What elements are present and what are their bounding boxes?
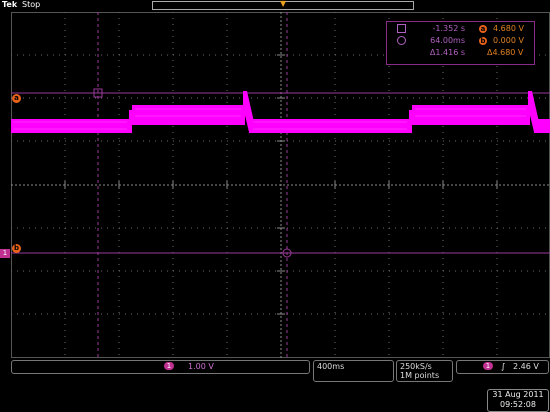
channel-1-scale-readout[interactable]: 1 1.00 V — [11, 360, 310, 374]
acquisition-status: Stop — [22, 0, 41, 9]
channel-1-scale: 1.00 V — [188, 362, 214, 371]
cursor-a-volt: 4.680 V — [493, 24, 524, 33]
cursor-b-time-row — [397, 36, 406, 46]
cursor-readout-panel: -1.352 s a 4.680 V 64.00ms b 0.000 V Δ1.… — [386, 21, 535, 65]
horizontal-scale-readout[interactable]: 400ms — [313, 360, 394, 382]
cursor-a-time-row — [397, 24, 406, 34]
rising-edge-icon: ∫ — [501, 362, 506, 371]
cursor-a-square-icon — [397, 24, 406, 33]
trigger-position-icon: ▼ — [280, 0, 287, 8]
trigger-readout[interactable]: 1 ∫ 2.46 V — [456, 360, 549, 374]
cursor-b-volt: 0.000 V — [493, 36, 524, 45]
date: 31 Aug 2011 — [492, 390, 544, 399]
time: 09:52:08 — [500, 400, 536, 409]
status-bar: Tek Stop ▼ — [0, 0, 550, 11]
cursor-b-level-marker[interactable]: b — [12, 244, 21, 253]
trigger-source-badge: 1 — [483, 362, 493, 370]
channel-1-ground-marker[interactable]: 1 — [0, 249, 10, 258]
cursor-a-level-marker[interactable]: a — [12, 94, 21, 103]
horizontal-scale: 400ms — [317, 362, 345, 371]
delta-volt: Δ4.680 V — [487, 48, 524, 57]
cursor-a-badge: a — [479, 25, 487, 33]
brand-logo: Tek — [2, 0, 18, 9]
record-length: 1M points — [400, 371, 440, 380]
cursor-b-badge: b — [479, 37, 487, 45]
trigger-level: 2.46 V — [513, 362, 539, 371]
delta-time: Δ1.416 s — [429, 48, 465, 57]
cursor-b-circle-icon — [397, 36, 406, 45]
channel-1-badge: 1 — [164, 362, 174, 370]
cursor-b-time: 64.00ms — [430, 36, 465, 45]
cursor-a-time: -1.352 s — [432, 24, 466, 33]
date-time-display: 31 Aug 2011 09:52:08 — [487, 389, 549, 412]
acquisition-readout[interactable]: 250kS/s 1M points — [396, 360, 453, 382]
